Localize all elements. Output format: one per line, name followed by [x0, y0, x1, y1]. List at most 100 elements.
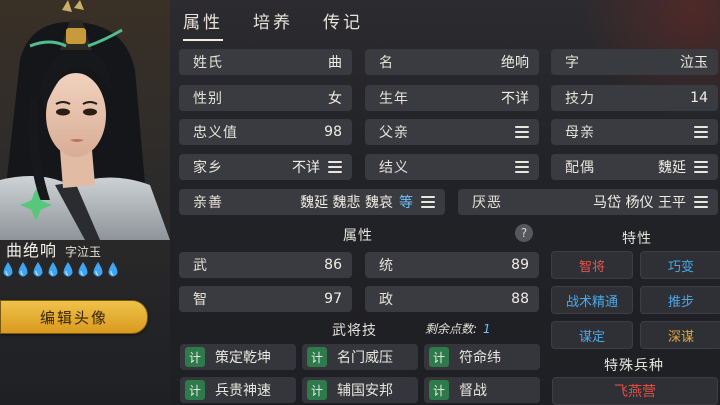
gender-field: 性别 女	[179, 85, 352, 111]
skill-power-field: 技力 14	[551, 85, 718, 111]
energy-drops	[2, 262, 119, 278]
skill-item[interactable]: 计 策定乾坤	[180, 344, 296, 370]
trait-label: 推步	[667, 294, 694, 310]
dislikes-value: 马岱 杨仪 王平	[593, 195, 686, 211]
skill-item[interactable]: 计 辅国安邦	[302, 377, 418, 403]
skill-item[interactable]: 计 名门威压	[302, 344, 418, 370]
water-drop-icon	[108, 262, 118, 277]
father-list-icon[interactable]	[515, 126, 529, 138]
tab-biography[interactable]: 传记	[323, 8, 363, 41]
father-label: 父亲	[379, 125, 409, 141]
attribute-value: 89	[511, 257, 529, 273]
surname-field: 姓氏 曲	[179, 49, 352, 75]
dislikes-field[interactable]: 厌恶 马岱 杨仪 王平	[458, 189, 718, 215]
trait-item[interactable]: 巧变	[640, 251, 720, 279]
attribute-label: 统	[379, 258, 394, 274]
likes-more: 等	[399, 195, 413, 211]
given-name-label: 名	[379, 55, 394, 71]
mother-list-icon[interactable]	[694, 126, 708, 138]
trait-item[interactable]: 推步	[640, 286, 720, 314]
skill-tag: 计	[185, 347, 205, 367]
attributes-title: 属性	[343, 228, 373, 244]
skill-item[interactable]: 计 督战	[424, 377, 540, 403]
attribute-intelligence: 智 97	[179, 286, 352, 312]
water-drop-icon	[33, 262, 43, 277]
likes-list-icon[interactable]	[421, 196, 435, 208]
remaining-points-value: 1	[483, 322, 491, 336]
attribute-label: 武	[193, 258, 208, 274]
father-field[interactable]: 父亲	[365, 119, 539, 145]
spouse-value: 魏延	[658, 160, 686, 176]
water-drop-icon	[93, 262, 103, 277]
courtesy-value: 泣玉	[680, 55, 708, 71]
attribute-value: 88	[511, 291, 529, 307]
surname-value: 曲	[328, 55, 342, 71]
trait-label: 巧变	[667, 259, 694, 275]
special-troop-value[interactable]: 飞燕营	[552, 377, 718, 405]
skill-tag: 计	[307, 347, 327, 367]
trait-label: 谋定	[578, 329, 605, 345]
help-icon[interactable]: ?	[515, 224, 533, 242]
water-drop-icon	[48, 262, 58, 277]
trait-item[interactable]: 谋定	[551, 321, 633, 349]
given-name-value: 绝响	[501, 55, 529, 71]
skill-label: 辅国安邦	[337, 383, 393, 399]
skill-tag: 计	[429, 380, 449, 400]
gender-value: 女	[328, 91, 342, 107]
gender-label: 性别	[193, 91, 223, 107]
skill-label: 督战	[459, 383, 487, 399]
sworn-field[interactable]: 结义	[365, 154, 539, 180]
skill-label: 策定乾坤	[215, 350, 271, 366]
skill-tag: 计	[307, 380, 327, 400]
spouse-field[interactable]: 配偶 魏延	[551, 154, 718, 180]
mother-label: 母亲	[565, 125, 595, 141]
mother-field[interactable]: 母亲	[551, 119, 718, 145]
skills-title: 武将技	[332, 323, 377, 339]
attribute-politics: 政 88	[365, 286, 539, 312]
trait-item[interactable]: 战术精通	[551, 286, 633, 314]
attribute-label: 智	[193, 292, 208, 308]
birth-year-label: 生年	[379, 91, 409, 107]
birth-year-field: 生年 不详	[365, 85, 539, 111]
tab-training[interactable]: 培养	[253, 8, 293, 41]
trait-label: 深谋	[667, 329, 694, 345]
trait-item[interactable]: 智将	[551, 251, 633, 279]
sworn-list-icon[interactable]	[515, 161, 529, 173]
remaining-points: 剩余点数: 1	[425, 320, 491, 337]
birth-year-value: 不详	[501, 91, 529, 107]
hometown-label: 家乡	[193, 160, 223, 176]
spouse-label: 配偶	[565, 160, 595, 176]
skill-item[interactable]: 计 符命纬	[424, 344, 540, 370]
likes-field[interactable]: 亲善 魏延 魏悲 魏哀 等	[179, 189, 445, 215]
skill-item[interactable]: 计 兵贵神速	[180, 377, 296, 403]
dislikes-list-icon[interactable]	[694, 196, 708, 208]
hometown-field[interactable]: 家乡 不详	[179, 154, 352, 180]
loyalty-label: 忠义值	[193, 125, 238, 141]
water-drop-icon	[78, 262, 88, 277]
spouse-list-icon[interactable]	[694, 161, 708, 173]
courtesy-label: 字	[565, 55, 580, 71]
edit-portrait-button[interactable]: 编辑头像	[0, 300, 148, 334]
character-name-line: 曲绝响 字泣玉	[6, 237, 101, 260]
trait-label: 智将	[578, 259, 605, 275]
trait-item[interactable]: 深谋	[640, 321, 720, 349]
remaining-points-label: 剩余点数:	[425, 322, 478, 336]
skill-tag: 计	[185, 380, 205, 400]
tab-attributes[interactable]: 属性	[183, 8, 223, 41]
courtesy-field: 字 泣玉	[551, 49, 718, 75]
skill-label: 符命纬	[459, 350, 501, 366]
skill-tag: 计	[429, 347, 449, 367]
attribute-value: 86	[324, 257, 342, 273]
likes-value: 魏延 魏悲 魏哀	[300, 195, 393, 211]
sworn-label: 结义	[379, 160, 409, 176]
loyalty-field: 忠义值 98	[179, 119, 352, 145]
dislikes-label: 厌恶	[472, 195, 502, 211]
hometown-list-icon[interactable]	[328, 161, 342, 173]
attribute-value: 97	[324, 291, 342, 307]
special-troop-title: 特殊兵种	[604, 358, 664, 374]
given-name-field: 名 绝响	[365, 49, 539, 75]
loyalty-value: 98	[324, 124, 342, 140]
skill-power-value: 14	[690, 90, 708, 106]
attribute-war: 武 86	[179, 252, 352, 278]
character-name: 曲绝响	[6, 241, 58, 260]
